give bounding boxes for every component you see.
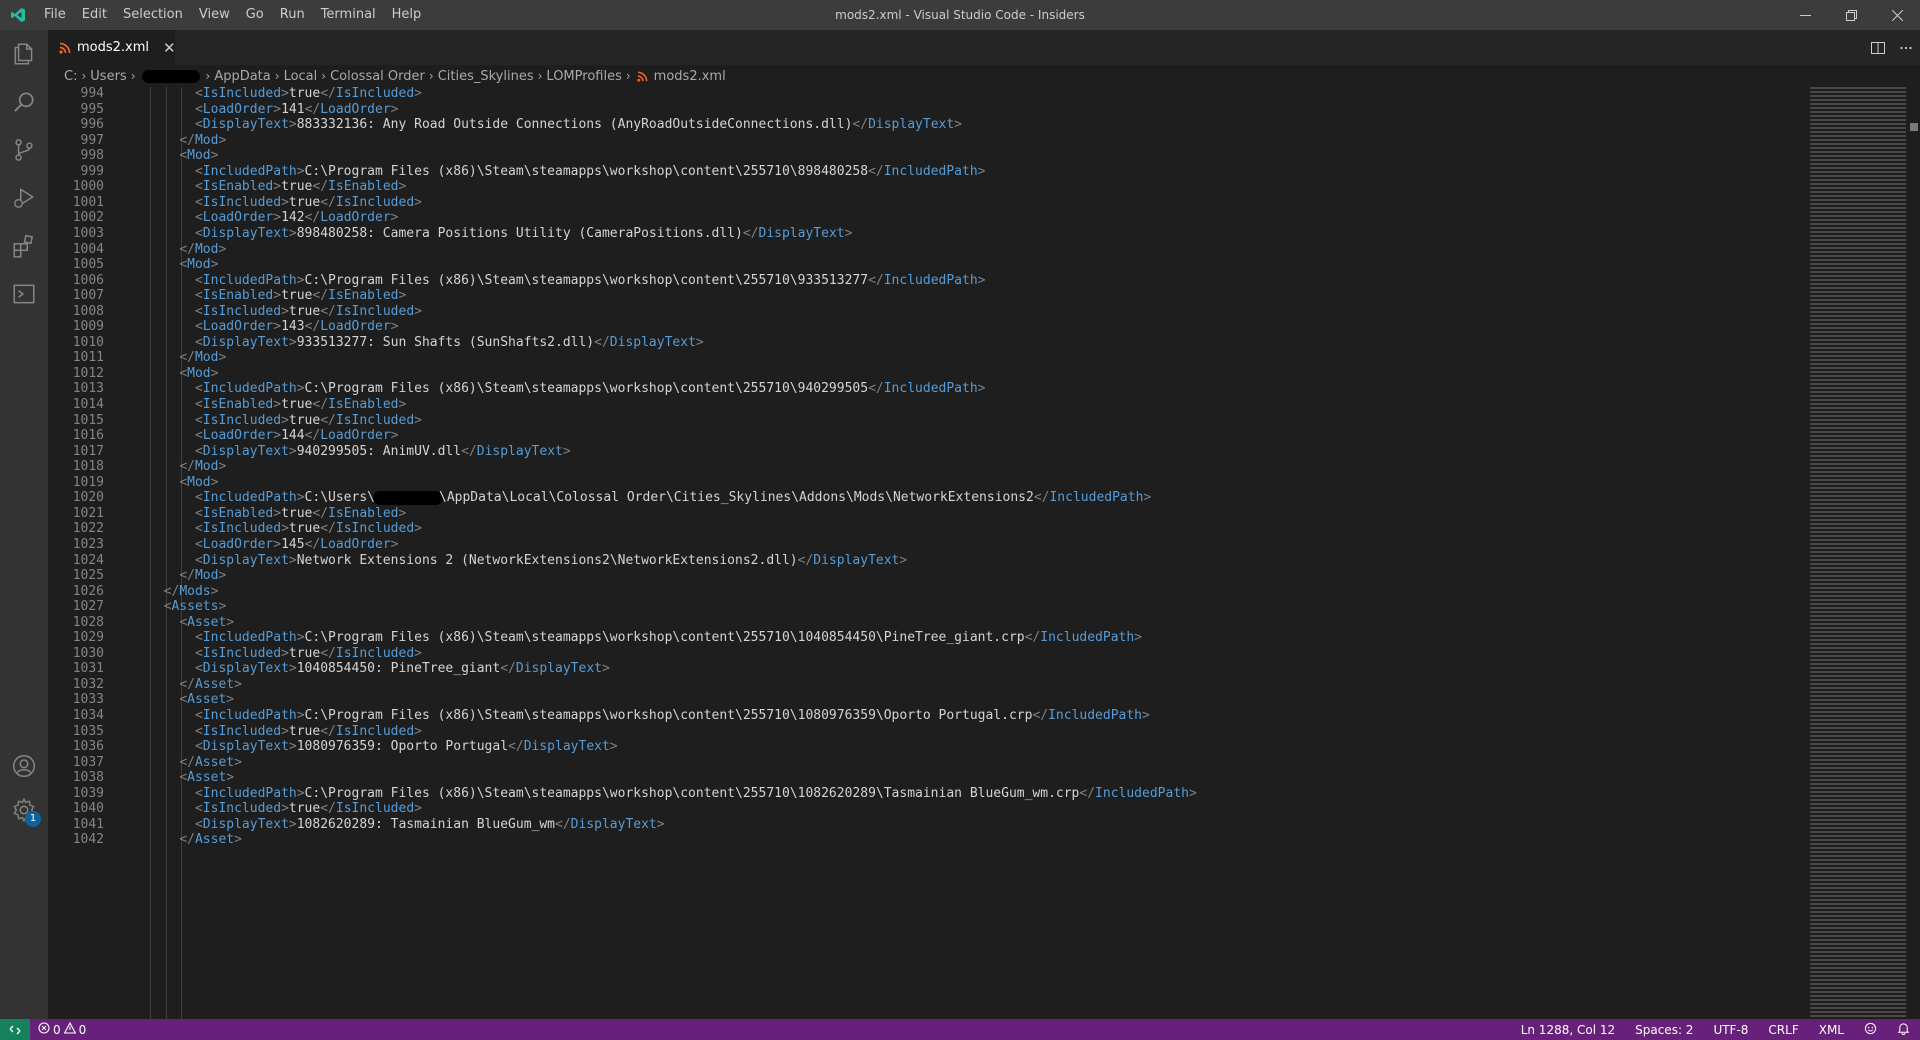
chevron-right-icon: › [321, 69, 327, 83]
window-controls [1782, 0, 1920, 30]
code-line: <DisplayText>883332136: Any Road Outside… [194, 117, 962, 133]
remote-indicator-icon[interactable] [0, 1019, 30, 1040]
menu-file[interactable]: File [36, 0, 74, 30]
split-editor-icon[interactable] [1864, 30, 1892, 65]
explorer-icon[interactable] [0, 30, 48, 78]
chevron-right-icon: › [81, 69, 87, 83]
menu-view[interactable]: View [191, 0, 238, 30]
chevron-right-icon: › [130, 69, 136, 83]
tab-label: mods2.xml [77, 40, 150, 55]
vscode-insiders-logo-icon[interactable] [0, 0, 36, 30]
restore-icon[interactable] [1828, 0, 1874, 30]
tab-bar: mods2.xml ✕ [48, 30, 1920, 65]
minimize-icon[interactable] [1782, 0, 1828, 30]
breadcrumb-appdata[interactable]: AppData [214, 69, 270, 84]
breadcrumb-cities-skylines[interactable]: Cities_Skylines [438, 69, 534, 84]
vertical-scrollbar[interactable] [1906, 87, 1920, 1019]
chevron-right-icon: › [537, 69, 543, 83]
minimap[interactable] [1810, 87, 1906, 1019]
chevron-right-icon: › [205, 69, 211, 83]
code-line: <DisplayText>Network Extensions 2 (Netwo… [194, 552, 908, 568]
chevron-right-icon: › [428, 69, 434, 83]
menu-go[interactable]: Go [238, 0, 272, 30]
breadcrumb-colossal-order[interactable]: Colossal Order [330, 69, 425, 84]
menu-bar: File Edit Selection View Go Run Terminal Help [36, 0, 429, 30]
error-count: 0 [53, 1022, 61, 1037]
redacted-username [373, 490, 443, 505]
feedback-icon[interactable] [1854, 1022, 1887, 1038]
close-window-icon[interactable] [1874, 0, 1920, 30]
breadcrumb-drive[interactable]: C: [64, 69, 77, 84]
line-number-gutter: 994 995 996 997 998 999 1000 1001 1002 1003 1004 10… [48, 87, 104, 1019]
code-line: </Asset> [179, 832, 242, 848]
breadcrumb-file[interactable]: mods2.xml [654, 69, 726, 84]
code-line: <DisplayText>933513277: Sun Shafts (SunS… [194, 334, 704, 350]
code-lines[interactable]: <IsEnabled>true</IsEnabled> <IsIncluded>… [148, 87, 1810, 1019]
manage-gear-icon[interactable]: 1 [0, 786, 48, 834]
close-icon[interactable]: ✕ [163, 39, 176, 57]
cursor-position[interactable]: Ln 1288, Col 12 [1511, 1023, 1625, 1037]
code-editor[interactable]: 994 995 996 997 998 999 1000 1001 1002 1003 1004 10… [48, 87, 1920, 1019]
accounts-icon[interactable] [0, 742, 48, 790]
menu-edit[interactable]: Edit [74, 0, 115, 30]
source-control-icon[interactable] [0, 126, 48, 174]
warning-count: 0 [78, 1022, 87, 1037]
activity-bar: 1 [0, 30, 48, 1019]
menu-run[interactable]: Run [272, 0, 313, 30]
title-bar: File Edit Selection View Go Run Terminal Help m… [0, 0, 1920, 30]
code-line: <DisplayText>898480258: Camera Positions… [194, 225, 853, 241]
encoding[interactable]: UTF-8 [1703, 1023, 1758, 1037]
editor-actions [1864, 30, 1920, 65]
end-of-line[interactable]: CRLF [1758, 1023, 1808, 1037]
notifications-bell-icon[interactable] [1887, 1022, 1920, 1038]
breadcrumb-local[interactable]: Local [284, 69, 318, 84]
chevron-right-icon: › [625, 69, 631, 83]
manage-badge: 1 [25, 811, 41, 827]
more-actions-icon[interactable] [1892, 30, 1920, 65]
warning-icon [63, 1021, 76, 1037]
menu-selection[interactable]: Selection [115, 0, 191, 30]
status-right: Ln 1288, Col 12 Spaces: 2 UTF-8 CRLF XML [1511, 1019, 1920, 1040]
scrollbar-thumb[interactable] [1910, 123, 1918, 131]
extensions-icon[interactable] [0, 222, 48, 270]
menu-help[interactable]: Help [384, 0, 430, 30]
remote-explorer-icon[interactable] [0, 270, 48, 318]
breadcrumb-lomprofiles[interactable]: LOMProfiles [546, 69, 621, 84]
language-mode[interactable]: XML [1809, 1023, 1854, 1037]
xml-file-icon [637, 71, 648, 82]
tab-mods2-xml[interactable]: mods2.xml ✕ [48, 30, 176, 65]
breadcrumb-users[interactable]: Users [90, 69, 126, 84]
error-icon [38, 1022, 50, 1037]
chevron-right-icon: › [274, 69, 280, 83]
redacted-username [141, 69, 200, 83]
problems-indicator[interactable]: 0 0 [38, 1021, 87, 1037]
run-debug-icon[interactable] [0, 174, 48, 222]
menu-terminal[interactable]: Terminal [313, 0, 384, 30]
line-number: 1042 [72, 832, 104, 848]
indentation[interactable]: Spaces: 2 [1625, 1023, 1703, 1037]
xml-file-icon [59, 42, 71, 54]
status-bar: 0 0 Ln 1288, Col 12 Spaces: 2 UTF-8 CRLF… [0, 1019, 1920, 1040]
search-icon[interactable] [0, 78, 48, 126]
breadcrumb: C: › Users › › AppData › Local › Colossa… [48, 65, 1920, 87]
